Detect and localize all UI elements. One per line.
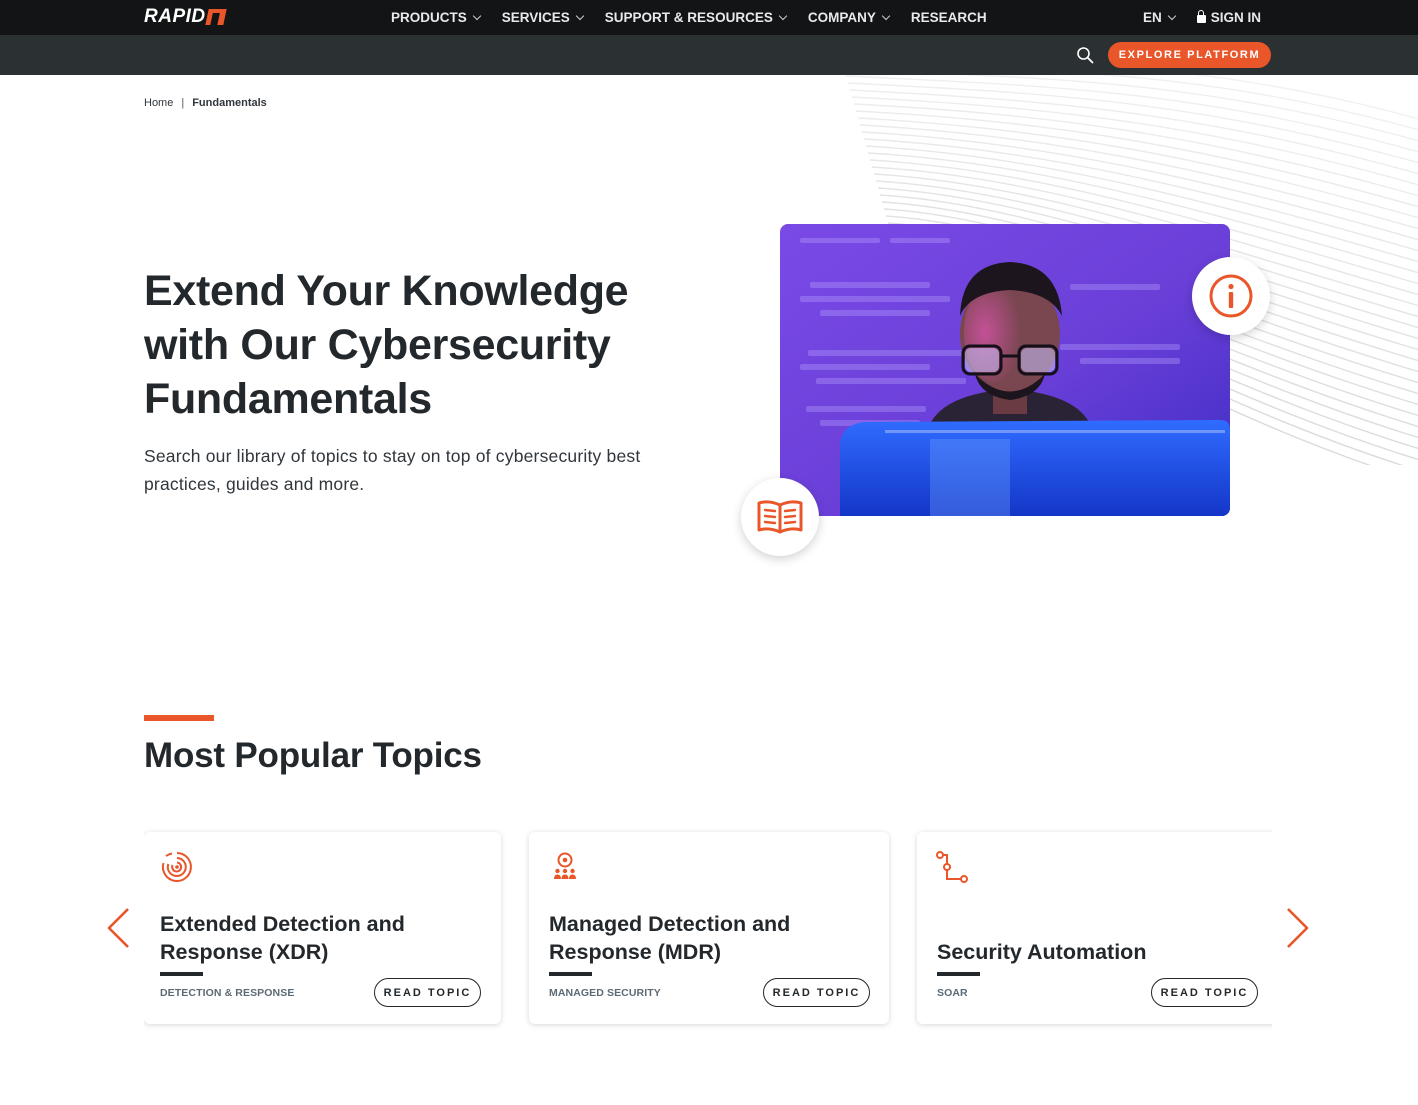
hero-image xyxy=(780,224,1230,516)
breadcrumb-separator: | xyxy=(181,97,185,109)
open-book-icon xyxy=(757,500,803,534)
topic-card-title[interactable]: Managed Detection and Response (MDR) xyxy=(549,910,849,966)
read-topic-button[interactable]: READ TOPIC xyxy=(1151,978,1258,1007)
breadcrumb-current: Fundamentals xyxy=(192,97,267,109)
section-accent-bar xyxy=(144,715,214,721)
main-nav: PRODUCTS SERVICES SUPPORT & RESOURCES CO… xyxy=(391,0,987,35)
breadcrumb-home[interactable]: Home xyxy=(144,97,173,109)
chevron-right-icon[interactable] xyxy=(1284,906,1312,950)
search-icon[interactable] xyxy=(1076,46,1094,64)
book-badge xyxy=(741,478,819,556)
read-topic-button[interactable]: READ TOPIC xyxy=(763,978,870,1007)
info-badge xyxy=(1192,257,1270,335)
wave-line xyxy=(1193,75,1418,120)
explore-platform-button[interactable]: EXPLORE PLATFORM xyxy=(1108,42,1271,68)
page-title: Extend Your Knowledge with Our Cybersecu… xyxy=(144,267,629,423)
language-selector[interactable]: EN xyxy=(1143,10,1177,25)
topic-card-category: DETECTION & RESPONSE xyxy=(160,987,295,999)
lock-icon xyxy=(1196,10,1206,23)
nav-company[interactable]: COMPANY xyxy=(808,10,891,25)
logo-mark-icon xyxy=(204,9,227,25)
read-topic-button[interactable]: READ TOPIC xyxy=(374,978,481,1007)
topic-card-category: MANAGED SECURITY xyxy=(549,987,661,999)
nav-services[interactable]: SERVICES xyxy=(502,10,585,25)
hero-subtitle: Search our library of topics to stay on … xyxy=(144,446,641,494)
topic-card-category: SOAR xyxy=(937,987,968,999)
topic-card-underline xyxy=(160,972,203,976)
nav-research[interactable]: RESEARCH xyxy=(911,10,987,25)
workflow-icon xyxy=(936,851,968,883)
nav-products[interactable]: PRODUCTS xyxy=(391,10,482,25)
topic-card-title[interactable]: Extended Detection and Response (XDR) xyxy=(160,910,460,966)
utility-nav: EN SIGN IN xyxy=(1143,0,1261,35)
topic-card[interactable]: Security Automation SOAR READ TOPIC xyxy=(917,832,1272,1024)
chevron-down-icon xyxy=(778,11,788,20)
topic-card-title[interactable]: Security Automation xyxy=(937,938,1237,966)
chevron-down-icon xyxy=(472,11,482,20)
chevron-down-icon xyxy=(881,11,891,20)
topics-carousel: Extended Detection and Response (XDR) DE… xyxy=(144,826,1272,1036)
sign-in-link[interactable]: SIGN IN xyxy=(1196,10,1261,25)
wave-line xyxy=(959,75,1418,142)
breadcrumb: Home | Fundamentals xyxy=(144,97,267,109)
section-title: Most Popular Topics xyxy=(144,736,482,775)
topic-card-underline xyxy=(549,972,592,976)
wave-line xyxy=(1098,75,1418,131)
rapid7-logo[interactable]: RAPID xyxy=(144,6,227,28)
nav-support-resources[interactable]: SUPPORT & RESOURCES xyxy=(605,10,788,25)
topic-card-underline xyxy=(937,972,980,976)
chevron-left-icon[interactable] xyxy=(104,906,132,950)
radar-target-icon xyxy=(161,852,192,882)
managed-team-icon xyxy=(554,852,576,879)
wave-line xyxy=(845,75,1418,153)
chevron-down-icon xyxy=(1167,11,1177,20)
info-icon xyxy=(1209,274,1253,318)
topic-card[interactable]: Extended Detection and Response (XDR) DE… xyxy=(144,832,501,1024)
chevron-down-icon xyxy=(575,11,585,20)
topic-card[interactable]: Managed Detection and Response (MDR) MAN… xyxy=(529,832,889,1024)
top-navigation-bar: RAPID PRODUCTS SERVICES SUPPORT & RESOUR… xyxy=(0,0,1418,35)
